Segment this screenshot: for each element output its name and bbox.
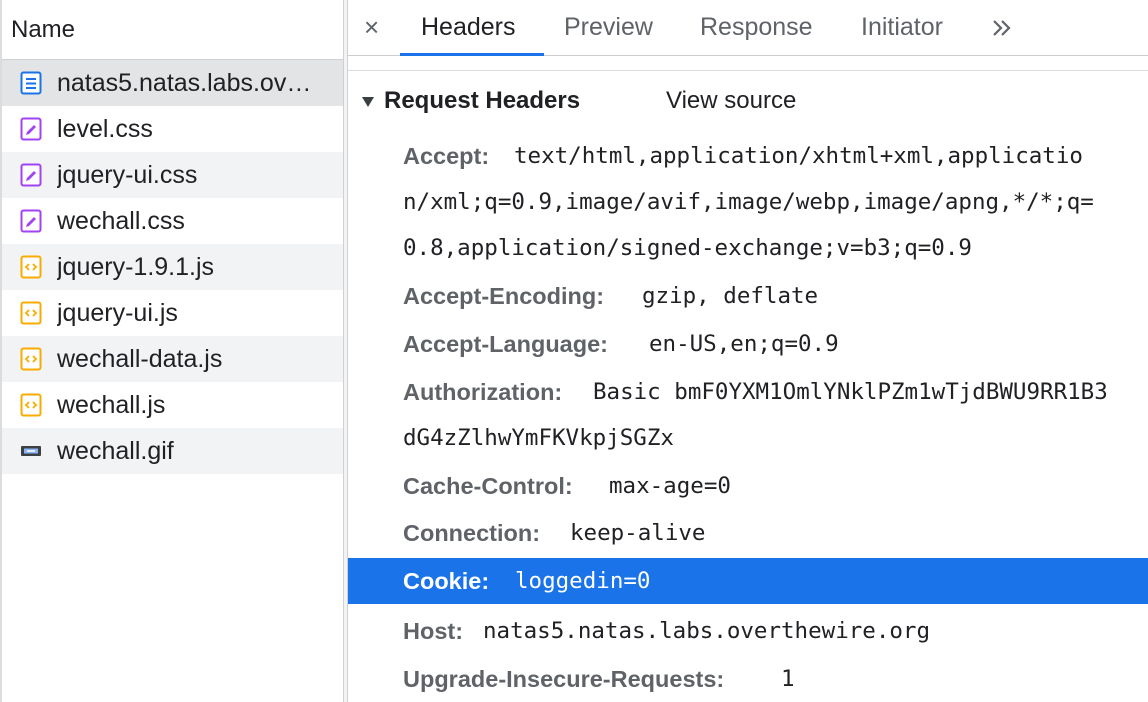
request-row-jquery-ui-css[interactable]: jquery-ui.css [2, 152, 343, 198]
request-name: wechall.gif [57, 437, 174, 465]
header-row-cache-control: Cache-Control: max-age=0 [348, 463, 1148, 509]
image-icon [21, 446, 41, 456]
request-details-panel: × Headers Preview Response Initiator Req… [348, 0, 1148, 702]
header-row-host: Host: natas5.natas.labs.overthewire.org [348, 608, 1148, 654]
header-row-cookie[interactable]: Cookie: loggedin=0 [348, 558, 1148, 604]
section-title: Request Headers [384, 87, 581, 114]
request-name: level.css [57, 115, 153, 143]
header-value: keep-alive [570, 520, 706, 546]
script-icon [20, 255, 42, 279]
header-name: Accept-Language: [403, 331, 608, 357]
header-value: 1 [781, 666, 795, 692]
triangle-down-icon[interactable] [361, 96, 375, 108]
header-value: gzip, deflate [642, 283, 819, 309]
request-row-level-css[interactable]: level.css [2, 106, 343, 152]
header-value: Basic bmF0YXM1OmlYNklPZm1wTjdBWU9RR1B3 [593, 379, 1108, 405]
header-name: Authorization: [403, 379, 563, 405]
header-name: Cookie: [403, 568, 490, 594]
request-name: jquery-1.9.1.js [57, 253, 215, 281]
request-name: jquery-ui.css [57, 161, 198, 189]
header-row-accept-encoding: Accept-Encoding: gzip, deflate [348, 273, 1148, 319]
request-name: wechall-data.js [57, 345, 223, 373]
divider [348, 70, 1148, 71]
chevron-double-right-icon[interactable] [988, 14, 1016, 42]
request-name: jquery-ui.js [57, 299, 178, 327]
name-column-header[interactable]: Name [2, 0, 343, 60]
header-value: max-age=0 [609, 473, 731, 499]
header-row-accept-language: Accept-Language: en-US,en;q=0.9 [348, 321, 1148, 367]
header-name: Accept-Encoding: [403, 283, 605, 309]
request-row-wechall-gif[interactable]: wechall.gif [2, 428, 343, 474]
header-value: en-US,en;q=0.9 [649, 331, 839, 357]
close-icon[interactable]: × [364, 14, 386, 40]
header-name: Connection: [403, 520, 541, 546]
request-row-jquery-ui-js[interactable]: jquery-ui.js [2, 290, 343, 336]
request-headers-section-header[interactable]: Request Headers View source [348, 78, 1148, 124]
request-name: wechall.css [57, 207, 185, 235]
request-list: Name natas5.natas.labs.ov… level.css jqu… [0, 0, 343, 702]
document-icon [20, 71, 42, 95]
stylesheet-icon [20, 209, 42, 233]
header-name: Cache-Control: [403, 473, 573, 499]
script-icon [20, 347, 42, 371]
header-name: Accept: [403, 143, 490, 169]
header-value: natas5.natas.labs.overthewire.org [483, 618, 931, 644]
header-name: Host: [403, 618, 464, 644]
request-row-wechall-js[interactable]: wechall.js [2, 382, 343, 428]
tab-response[interactable]: Response [700, 0, 813, 56]
header-row-upgrade-insecure-requests: Upgrade-Insecure-Requests: 1 [348, 656, 1148, 702]
script-icon [20, 393, 42, 417]
header-name: Upgrade-Insecure-Requests: [403, 666, 725, 692]
stylesheet-icon [20, 117, 42, 141]
header-row-accept: Accept: text/html,application/xhtml+xml,… [348, 133, 1148, 273]
detail-tab-bar: × Headers Preview Response Initiator [348, 0, 1148, 56]
request-row-natas5[interactable]: natas5.natas.labs.ov… [2, 60, 343, 106]
tab-preview[interactable]: Preview [564, 0, 653, 56]
header-value-continuation: dG4zZlhwYmFKVkpjSGZx [403, 425, 674, 451]
script-icon [20, 301, 42, 325]
request-name: wechall.js [57, 391, 166, 419]
tab-initiator[interactable]: Initiator [861, 0, 943, 56]
request-row-wechall-data-js[interactable]: wechall-data.js [2, 336, 343, 382]
header-value: loggedin=0 [515, 568, 651, 594]
active-tab-indicator [400, 53, 544, 56]
header-value: text/html,application/xhtml+xml,applicat… [514, 143, 1083, 169]
stylesheet-icon [20, 163, 42, 187]
header-value-continuation: n/xml;q=0.9,image/avif,image/webp,image/… [403, 189, 1094, 215]
header-row-authorization: Authorization: Basic bmF0YXM1OmlYNklPZm1… [348, 369, 1148, 461]
request-name: natas5.natas.labs.ov… [57, 69, 312, 97]
header-row-connection: Connection: keep-alive [348, 510, 1148, 556]
tab-headers[interactable]: Headers [421, 0, 516, 56]
request-row-wechall-css[interactable]: wechall.css [2, 198, 343, 244]
header-value-continuation: 0.8,application/signed-exchange;v=b3;q=0… [403, 235, 972, 261]
request-row-jquery-js[interactable]: jquery-1.9.1.js [2, 244, 343, 290]
view-source-link[interactable]: View source [666, 78, 796, 124]
